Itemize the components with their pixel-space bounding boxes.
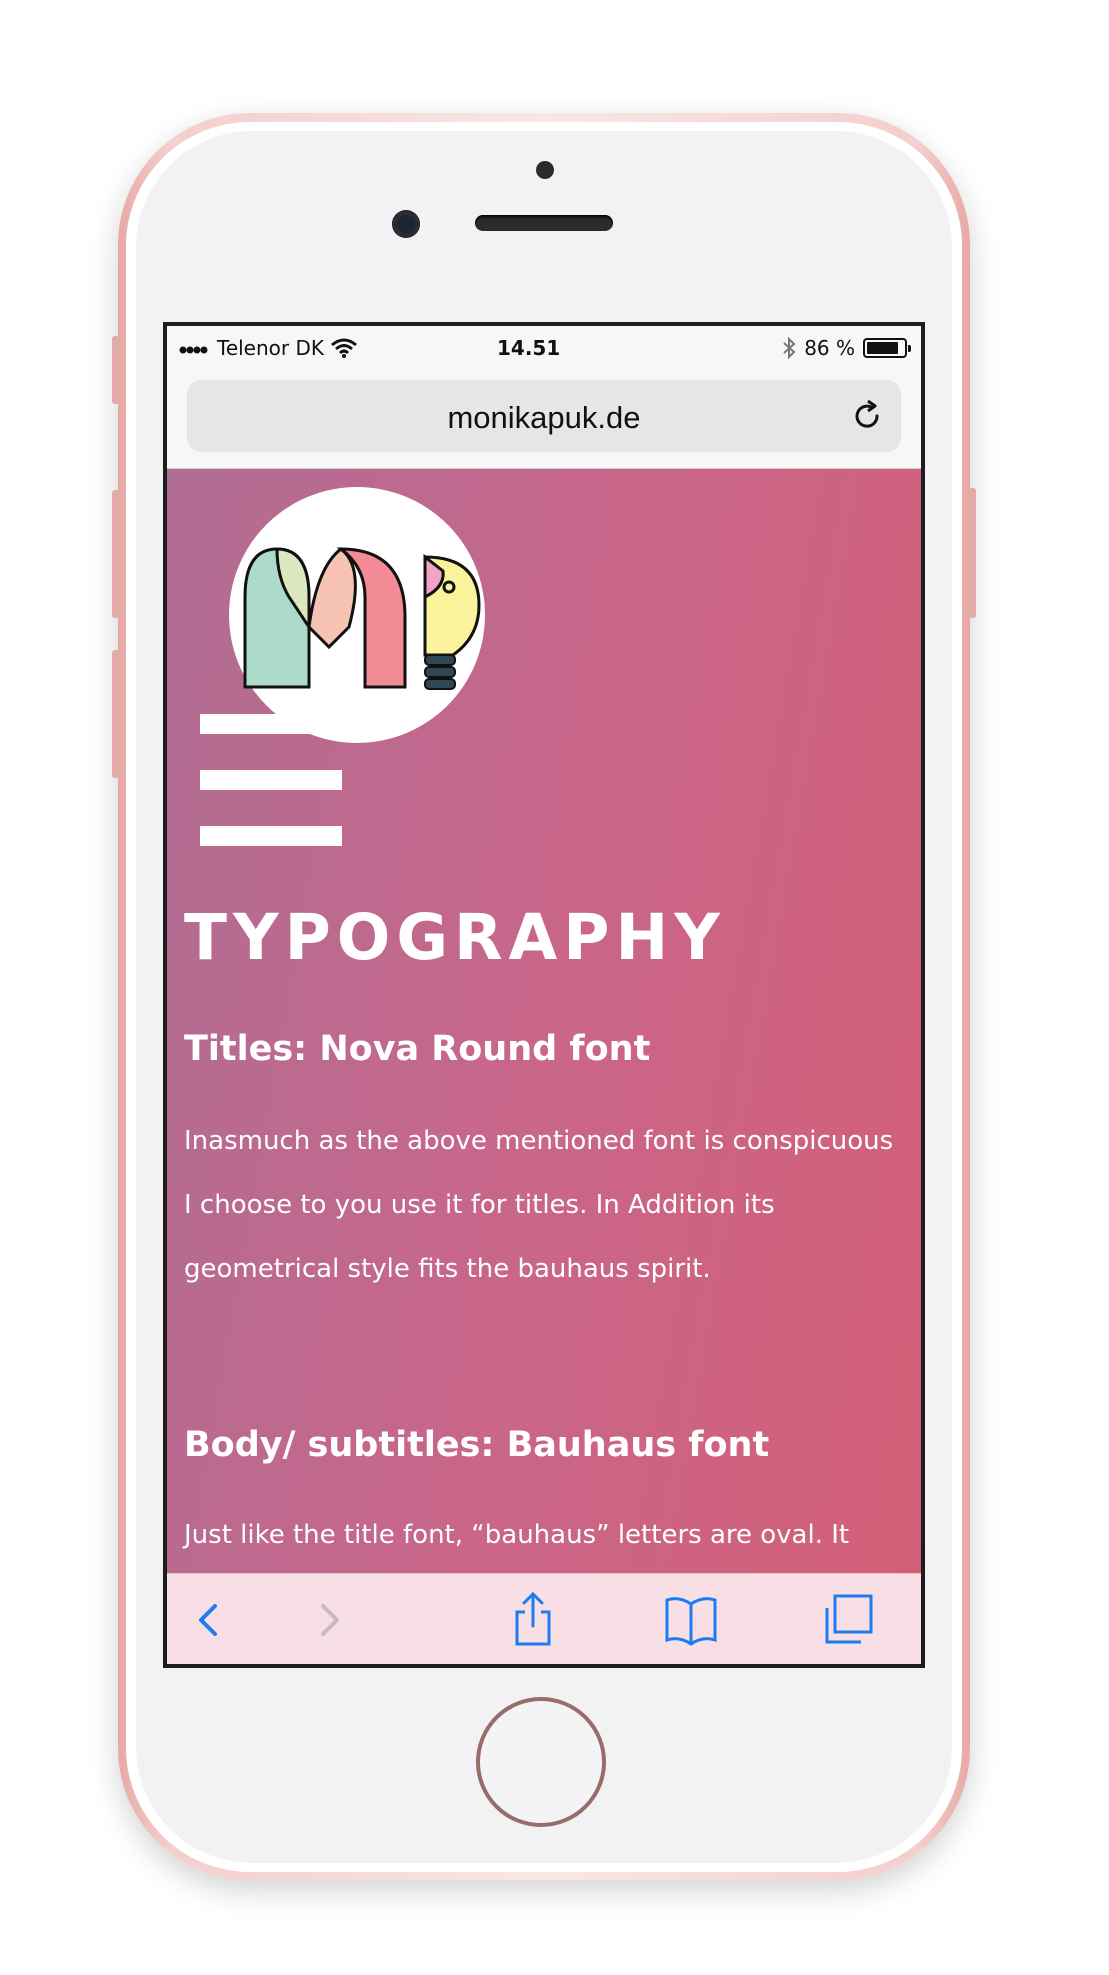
reload-icon[interactable] xyxy=(849,398,885,434)
address-bar[interactable]: monikapuk.de xyxy=(187,380,901,452)
safari-toolbar xyxy=(167,1573,921,1664)
bookmarks-icon[interactable] xyxy=(663,1592,719,1648)
bluetooth-icon xyxy=(783,337,796,359)
site-logo[interactable] xyxy=(229,487,485,743)
wifi-icon xyxy=(331,338,357,358)
power-button xyxy=(968,488,976,618)
battery-icon xyxy=(863,338,911,358)
carrier-name: Telenor DK xyxy=(217,336,324,360)
status-bar: Telenor DK 14.51 86 % xyxy=(167,326,921,372)
forward-icon[interactable] xyxy=(301,1592,357,1648)
section-heading-body: Body/ subtitles: Bauhaus font xyxy=(184,1425,770,1465)
menu-line-top xyxy=(200,714,342,734)
status-right: 86 % xyxy=(782,336,911,360)
status-time: 14.51 xyxy=(497,336,561,360)
url-text[interactable]: monikapuk.de xyxy=(187,400,901,436)
volume-up-button xyxy=(112,490,120,618)
menu-line-middle xyxy=(200,770,342,790)
front-camera xyxy=(392,210,420,238)
back-icon[interactable] xyxy=(181,1592,237,1648)
section-heading-titles: Titles: Nova Round font xyxy=(184,1029,651,1069)
volume-down-button xyxy=(112,650,120,778)
home-button[interactable] xyxy=(476,1697,606,1827)
safari-address-area: monikapuk.de xyxy=(167,372,921,469)
section-paragraph-titles: Inasmuch as the above mentioned font is … xyxy=(184,1126,894,1284)
mute-switch xyxy=(112,336,120,404)
signal-strength-icon xyxy=(179,346,208,354)
tabs-icon[interactable] xyxy=(821,1592,877,1648)
battery-percentage: 86 % xyxy=(804,336,855,360)
earpiece-speaker xyxy=(475,215,613,231)
phone-screen: Telenor DK 14.51 86 % monikapuk.de TYPOG… xyxy=(163,322,925,1668)
proximity-sensor xyxy=(536,161,554,179)
menu-line-bottom xyxy=(200,826,342,846)
section-paragraph-body: Just like the title font, “bauhaus” lett… xyxy=(184,1520,850,1550)
status-left: Telenor DK xyxy=(179,336,358,360)
share-icon[interactable] xyxy=(505,1592,561,1648)
web-page-content: TYPOGRAPHY Titles: Nova Round font Inasm… xyxy=(167,469,921,1577)
mp-lightbulb-logo-icon xyxy=(243,547,481,690)
battery-level xyxy=(867,342,898,354)
page-title: TYPOGRAPHY xyxy=(184,901,726,974)
